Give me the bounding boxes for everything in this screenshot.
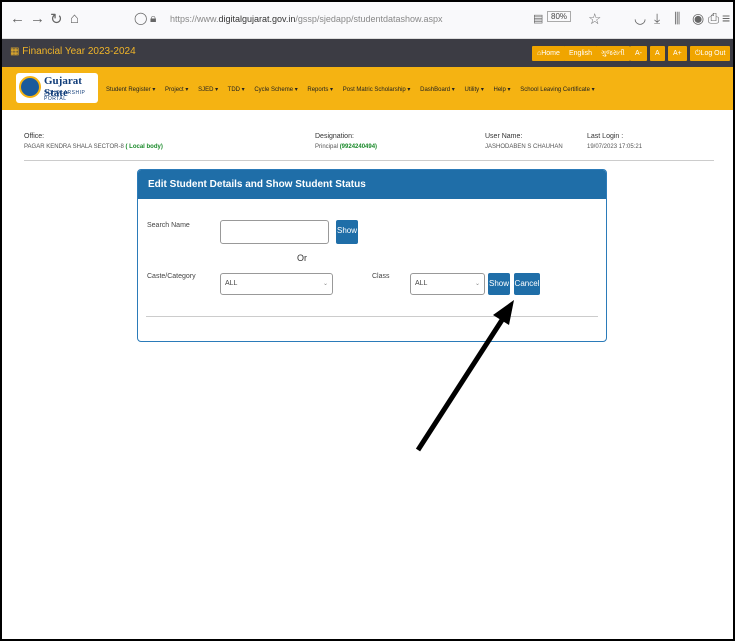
arrow-head bbox=[493, 300, 514, 325]
arrow-shaft bbox=[415, 318, 505, 452]
annotation-arrow bbox=[415, 300, 514, 452]
screenshot-frame: ← → ↻ ⌂ ◯ 🔒︎ https://www.digitalgujarat.… bbox=[0, 0, 735, 641]
